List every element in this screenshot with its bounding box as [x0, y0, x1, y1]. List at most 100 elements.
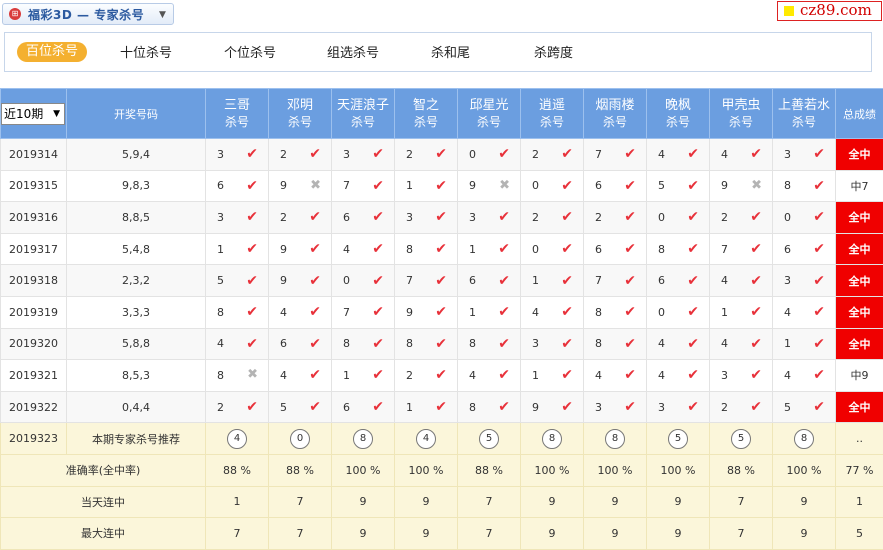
kill-cell-content: 1 ✔: [333, 368, 394, 382]
expert-name: 天涯浪子: [336, 97, 389, 113]
kill-number: 0: [469, 147, 476, 161]
kill-cell-content: 8 ✔: [585, 305, 646, 319]
kill-cell-content: 4 ✔: [270, 368, 331, 382]
kill-cell-content: 0 ✔: [648, 210, 709, 224]
check-icon: ✔: [813, 146, 825, 163]
kill-cell: 7 ✔: [331, 169, 395, 203]
kill-cell-content: 1 ✔: [396, 179, 457, 193]
kill-cell: 3 ✔: [646, 390, 710, 424]
check-icon: ✔: [687, 272, 699, 289]
kill-cell: 4 ✔: [268, 359, 332, 392]
kill-cell-content: 4 ✔: [648, 368, 709, 382]
kill-cell: 8 ✔: [583, 327, 647, 361]
kill-number: 5: [658, 179, 665, 193]
kill-cell: 5 ✔: [772, 390, 836, 424]
check-icon: ✔: [561, 367, 573, 384]
kill-cell-content: 3 ✔: [207, 147, 268, 161]
brand-logo[interactable]: cz89.com: [777, 1, 882, 21]
kill-cell: 4 ✔: [583, 359, 647, 392]
kill-cell: 1 ✔: [457, 295, 521, 329]
kill-number: 4: [217, 337, 224, 351]
kill-cell-content: 6 ✔: [333, 400, 394, 414]
tab-span-kill[interactable]: 杀跨度: [534, 44, 573, 64]
check-icon: ✔: [813, 177, 825, 194]
check-icon: ✔: [309, 304, 321, 321]
kill-cell-content: 4 ✔: [648, 337, 709, 351]
kill-number: 7: [406, 274, 413, 288]
total-result-badge: 全中: [835, 138, 883, 171]
check-icon: ✔: [687, 304, 699, 321]
check-icon: ✔: [435, 272, 447, 289]
tab-units-kill[interactable]: 个位杀号: [224, 44, 276, 64]
kill-number: 9: [280, 179, 287, 193]
kill-cell: 4 ✔: [646, 359, 710, 392]
accuracy-cell: 88 %: [457, 453, 521, 487]
tab-tens-kill[interactable]: 十位杀号: [120, 44, 172, 64]
expert-name: 邱星光: [469, 97, 509, 113]
total-result-badge: 全中: [835, 295, 883, 329]
accuracy-label: 准确率(全中率): [0, 453, 206, 487]
check-icon: ✔: [687, 241, 699, 258]
kill-cell: 7 ✔: [583, 138, 647, 171]
kill-cell: 9 ✔: [268, 232, 332, 266]
page-title: 福彩3D — 专家杀号: [28, 8, 145, 22]
total-score-header: 总成绩: [835, 88, 883, 139]
kill-cell-content: 1 ✔: [459, 241, 520, 258]
kill-number: 7: [343, 179, 350, 193]
kill-cell: 1 ✔: [457, 232, 521, 266]
kill-number: 0: [532, 242, 539, 256]
table-row: 2019317 5,4,8 1 ✔ 9 ✔ 4 ✔ 8 ✔ 1 ✔ 0 ✔ 6 ✔ 8 ✔ 7 ✔ 6 ✔ 全中: [0, 232, 883, 266]
check-icon: ✔: [813, 241, 825, 258]
check-icon: ✔: [498, 241, 510, 258]
recommend-cell: 8: [520, 422, 584, 455]
kill-cell: 2 ✔: [520, 201, 584, 234]
accuracy-total: 77 %: [835, 453, 883, 487]
tab-hundreds-kill[interactable]: 百位杀号: [17, 42, 88, 62]
tab-sum-tail-kill[interactable]: 杀和尾: [431, 44, 470, 64]
kill-cell: 1 ✔: [709, 295, 773, 329]
check-icon: ✔: [561, 241, 573, 258]
recommend-cell: 5: [709, 422, 773, 455]
kill-cell-content: 8 ✔: [648, 241, 709, 258]
kill-cell-content: 1 ✔: [522, 367, 583, 384]
check-icon: ✔: [750, 272, 762, 289]
check-icon: ✔: [498, 399, 510, 416]
table-row: 2019316 8,8,5 3 ✔ 2 ✔ 6 ✔ 3 ✔ 3 ✔ 2 ✔ 2 ✔ 0 ✔ 2 ✔ 0 ✔ 全中: [0, 201, 883, 234]
streak-today-total: 1: [835, 485, 883, 519]
total-result-badge: 中7: [835, 169, 883, 203]
chevron-down-icon: ▼: [53, 108, 60, 119]
kill-cell-content: 2 ✔: [585, 210, 646, 224]
streak-max-row: 最大连中 7 7 9 9 7 9 9 9 7 9 5: [0, 517, 883, 550]
kill-cell: 7 ✔: [709, 232, 773, 266]
kill-number: 7: [595, 274, 602, 288]
kill-cell-content: 2 ✔: [522, 210, 583, 224]
kill-cell-content: 9 ✖: [270, 177, 331, 193]
kill-cell-content: 3 ✔: [333, 147, 394, 161]
check-icon: ✔: [435, 304, 447, 321]
streak-today-label: 当天连中: [0, 485, 206, 519]
check-icon: ✔: [813, 272, 825, 289]
kill-cell-content: 6 ✔: [270, 337, 331, 351]
kill-cell-content: 3 ✔: [207, 209, 268, 226]
table-row: 2019322 0,4,4 2 ✔ 5 ✔ 6 ✔ 1 ✔ 8 ✔ 9 ✔ 3 ✔ 3 ✔ 2 ✔ 5 ✔ 全中: [0, 390, 883, 424]
kill-number: 6: [595, 179, 602, 193]
kill-cell-content: 4 ✔: [270, 304, 331, 321]
kill-number: 1: [532, 274, 539, 288]
kill-cell: 4 ✔: [646, 138, 710, 171]
tab-group-kill[interactable]: 组选杀号: [327, 44, 379, 64]
kill-cell: 6 ✔: [646, 264, 710, 297]
kill-cell-content: 9 ✔: [522, 400, 583, 414]
kill-number: 3: [217, 147, 224, 161]
kill-cell: 2 ✔: [268, 201, 332, 234]
kill-number: 4: [595, 368, 602, 382]
kill-cell-content: 7 ✔: [711, 242, 772, 256]
kill-number: 0: [658, 305, 665, 319]
lottery-type-dropdown[interactable]: ⊞ 福彩3D — 专家杀号 ▼: [2, 3, 174, 25]
recommend-cell: 0: [268, 422, 332, 455]
kill-cell-content: 4 ✔: [774, 368, 835, 382]
recommend-number: 5: [668, 428, 688, 449]
period-select[interactable]: 近10期 ▼: [1, 102, 65, 125]
kill-cell: 1 ✔: [520, 359, 584, 392]
check-icon: ✔: [246, 209, 258, 226]
cross-icon: ✖: [310, 177, 321, 193]
